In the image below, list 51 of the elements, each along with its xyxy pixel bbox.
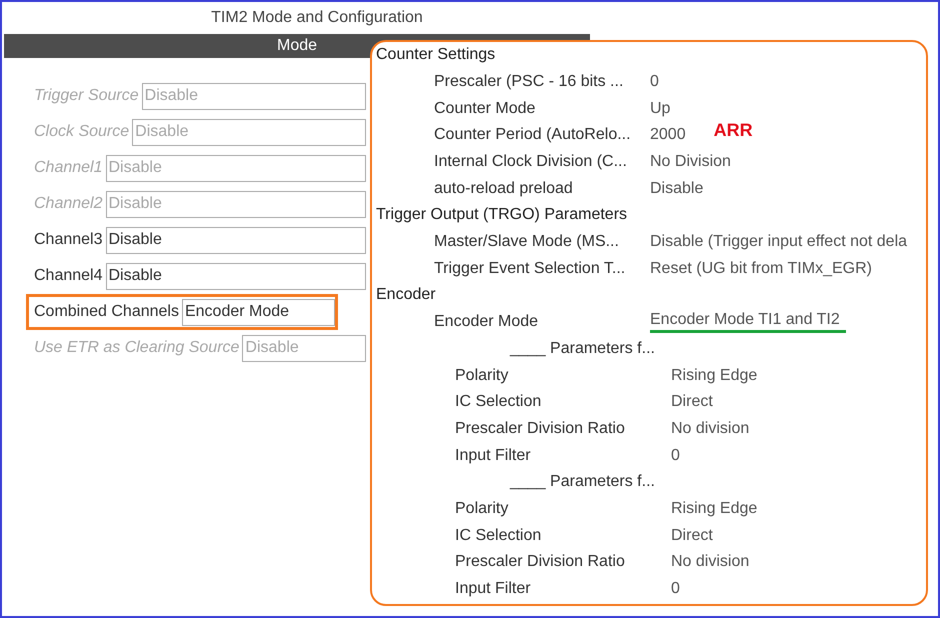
parameter-value[interactable]: No division [671,553,750,572]
mode-label: Channel3 [34,231,104,249]
parameter-value[interactable]: Direct [671,393,713,412]
parameter-label: Polarity [455,500,510,518]
mode-label: Channel4 [34,267,104,285]
mode-select-field[interactable]: Encoder Mode [182,298,335,326]
parameter-value[interactable]: 0 [650,73,659,92]
parameter-label: IC Selection [455,526,542,545]
mode-label: Clock Source [34,123,130,141]
parameter-value[interactable]: 0 [671,446,680,465]
window-title: TIM2 Mode and Configuration [211,9,423,27]
parameter-label: Internal Clock Division (C... [434,153,628,172]
parameter-value[interactable]: Rising Edge [671,366,758,385]
mode-select-field[interactable]: Disable [106,226,366,254]
mode-label: Combined Channels [34,303,180,321]
mode-title: Mode [276,37,318,55]
parameter-label: auto-reload preload [434,180,574,198]
mode-label: Trigger Source [34,87,140,105]
parameter-value[interactable]: Disable [650,180,704,198]
parameter-label: Encoder Mode [434,313,540,332]
parameter-label: Input Filter [455,580,532,598]
parameter-label: Prescaler (PSC - 16 bits ... [434,73,624,92]
mode-label: Channel2 [34,195,104,213]
parameter-value[interactable]: Direct [671,526,713,545]
parameter-label: Polarity [455,366,510,385]
parameter-label: Counter Period (AutoRelo... [434,126,632,144]
parameter-value[interactable]: Reset (UG bit from TIMx_EGR) [650,260,872,278]
annotation-label: ARR [714,120,753,141]
parameter-label: Prescaler Division Ratio [455,420,626,438]
parameter-label: IC Selection [455,393,542,412]
mode-select-field[interactable]: Disable [106,262,366,290]
group-title: ____ Parameters f... [508,338,656,359]
parameter-value[interactable]: Up [650,100,670,118]
parameter-value[interactable]: No division [671,420,750,438]
parameter-value[interactable]: Encoder Mode TI1 and TI2 [650,311,846,334]
section-title: Counter Settings [376,45,496,65]
mode-label: Channel1 [34,159,104,177]
parameter-label: Input Filter [455,446,532,465]
section-title: Trigger Output (TRGO) Parameters [376,205,628,226]
parameter-value[interactable]: 2000 [650,126,686,144]
parameter-label: Prescaler Division Ratio [455,553,626,572]
parameter-value[interactable]: Rising Edge [671,500,758,518]
parameter-label: Master/Slave Mode (MS... [434,233,620,252]
group-title: ____ Parameters f... [508,472,656,492]
section-title: Encoder [376,285,437,306]
parameter-label: Counter Mode [434,100,536,118]
parameter-value[interactable]: 0 [671,580,680,598]
parameter-value[interactable]: No Division [650,153,731,172]
parameter-label: Trigger Event Selection T... [434,260,626,278]
parameter-value[interactable]: Disable (Trigger input effect not dela [650,233,908,252]
mode-label: Use ETR as Clearing Source [34,339,240,357]
